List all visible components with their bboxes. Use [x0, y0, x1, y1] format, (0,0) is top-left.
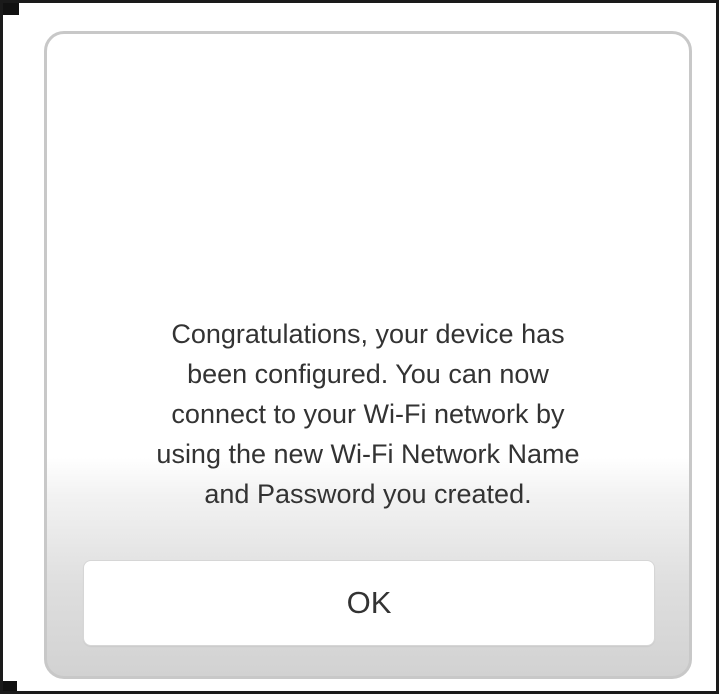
dialog-message: Congratulations, your device has been co… — [156, 319, 580, 509]
frame-corner-top-left — [3, 3, 19, 15]
ok-button[interactable]: OK — [83, 560, 655, 646]
setup-complete-dialog: Congratulations, your device has been co… — [44, 31, 692, 679]
frame-corner-bottom-left — [3, 681, 17, 691]
